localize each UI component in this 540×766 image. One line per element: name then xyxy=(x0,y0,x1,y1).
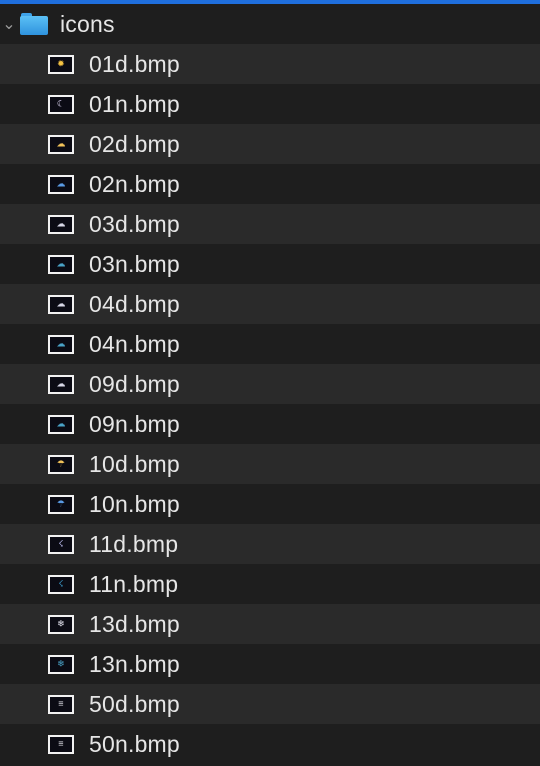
file-row[interactable]: ☁ 03n.bmp xyxy=(0,244,540,284)
clouds-icon: ☁ xyxy=(56,298,66,309)
rain-cloud-icon: ☁ xyxy=(56,378,66,389)
file-row[interactable]: ☾ 01n.bmp xyxy=(0,84,540,124)
storm-icon: ☇ xyxy=(58,578,64,589)
chevron-down-icon[interactable]: ⌄ xyxy=(2,14,16,34)
file-name: 03n.bmp xyxy=(89,250,180,277)
moon-cloud-icon: ☁ xyxy=(56,178,66,189)
file-row[interactable]: ☁ 03d.bmp xyxy=(0,204,540,244)
file-row[interactable]: ☁ 09d.bmp xyxy=(0,364,540,404)
file-name: 11d.bmp xyxy=(89,530,179,557)
file-row[interactable]: ❄ 13n.bmp xyxy=(0,644,540,684)
snow-icon: ❄ xyxy=(57,618,65,629)
folder-row-icons[interactable]: ⌄ icons xyxy=(0,4,540,44)
file-name: 04d.bmp xyxy=(89,290,180,317)
snow-icon: ❄ xyxy=(57,658,65,669)
file-row[interactable]: ☁ 02n.bmp xyxy=(0,164,540,204)
file-row[interactable]: ☁ 02d.bmp xyxy=(0,124,540,164)
file-name: 11n.bmp xyxy=(89,570,179,597)
folder-icon xyxy=(20,13,48,35)
image-file-icon: ✹ xyxy=(48,54,74,74)
file-row[interactable]: ☇ 11n.bmp xyxy=(0,564,540,604)
file-row[interactable]: ☂ 10n.bmp xyxy=(0,484,540,524)
moon-rain-icon: ☂ xyxy=(56,498,66,509)
sun-cloud-icon: ☁ xyxy=(56,138,66,149)
mist-icon: ≡ xyxy=(58,698,64,709)
image-file-icon: ☁ xyxy=(48,134,74,154)
file-name: 50d.bmp xyxy=(89,690,180,717)
file-row[interactable]: ☂ 10d.bmp xyxy=(0,444,540,484)
file-name: 01n.bmp xyxy=(89,90,180,117)
cloud-icon: ☁ xyxy=(56,218,66,229)
file-name: 09n.bmp xyxy=(89,410,180,437)
image-file-icon: ☇ xyxy=(48,534,74,554)
image-file-icon: ☂ xyxy=(48,454,74,474)
image-file-icon: ☇ xyxy=(48,574,74,594)
image-file-icon: ☁ xyxy=(48,254,74,274)
sun-rain-icon: ☂ xyxy=(56,458,66,469)
clouds-icon: ☁ xyxy=(56,338,66,349)
file-name: 04n.bmp xyxy=(89,330,180,357)
file-list: ⌄ icons ✹ 01d.bmp ☾ 01n.bmp ☁ 02d.bmp ☁ 02n.bmp… xyxy=(0,4,540,764)
image-file-icon: ☁ xyxy=(48,334,74,354)
image-file-icon: ≡ xyxy=(48,734,74,754)
file-row[interactable]: ☁ 09n.bmp xyxy=(0,404,540,444)
storm-icon: ☇ xyxy=(58,538,64,549)
folder-contents: ✹ 01d.bmp ☾ 01n.bmp ☁ 02d.bmp ☁ 02n.bmp ☁ 03d.bmp… xyxy=(0,44,540,764)
rain-cloud-icon: ☁ xyxy=(56,418,66,429)
image-file-icon: ☁ xyxy=(48,174,74,194)
image-file-icon: ☁ xyxy=(48,374,74,394)
file-name: 10d.bmp xyxy=(89,450,180,477)
file-name: 03d.bmp xyxy=(89,210,180,237)
file-name: 09d.bmp xyxy=(89,370,180,397)
file-row[interactable]: ☁ 04d.bmp xyxy=(0,284,540,324)
moon-icon: ☾ xyxy=(56,98,66,109)
image-file-icon: ☁ xyxy=(48,294,74,314)
file-row[interactable]: ❄ 13d.bmp xyxy=(0,604,540,644)
file-name: 02d.bmp xyxy=(89,130,180,157)
file-row[interactable]: ☁ 04n.bmp xyxy=(0,324,540,364)
mist-icon: ≡ xyxy=(58,738,64,749)
folder-name: icons xyxy=(60,10,115,37)
file-row[interactable]: ≡ 50d.bmp xyxy=(0,684,540,724)
cloud-icon: ☁ xyxy=(56,258,66,269)
file-name: 02n.bmp xyxy=(89,170,180,197)
image-file-icon: ❄ xyxy=(48,614,74,634)
sun-icon: ✹ xyxy=(57,58,65,69)
image-file-icon: ☁ xyxy=(48,214,74,234)
file-row[interactable]: ≡ 50n.bmp xyxy=(0,724,540,764)
file-name: 01d.bmp xyxy=(89,50,180,77)
image-file-icon: ☂ xyxy=(48,494,74,514)
file-name: 50n.bmp xyxy=(89,730,180,757)
file-name: 13d.bmp xyxy=(89,610,180,637)
image-file-icon: ❄ xyxy=(48,654,74,674)
file-row[interactable]: ☇ 11d.bmp xyxy=(0,524,540,564)
file-name: 10n.bmp xyxy=(89,490,180,517)
file-row[interactable]: ✹ 01d.bmp xyxy=(0,44,540,84)
image-file-icon: ≡ xyxy=(48,694,74,714)
image-file-icon: ☾ xyxy=(48,94,74,114)
image-file-icon: ☁ xyxy=(48,414,74,434)
file-name: 13n.bmp xyxy=(89,650,180,677)
